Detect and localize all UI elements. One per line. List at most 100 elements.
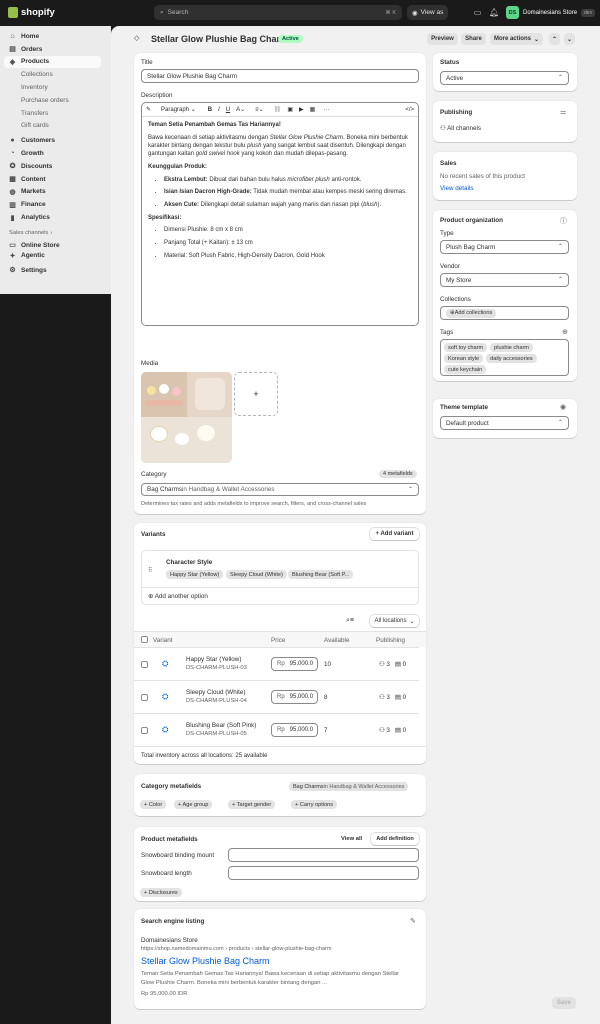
sidebar-item-home[interactable]: ⌂ Home xyxy=(0,30,111,43)
next-product-button[interactable]: ⌄ xyxy=(564,33,575,45)
sidebar-item-finance[interactable]: ▥ Finance xyxy=(0,198,111,211)
option-name[interactable]: Character Style xyxy=(166,559,212,566)
sidebar-item-markets[interactable]: ◍ Markets xyxy=(0,186,111,199)
tag-icon[interactable]: ◇ xyxy=(134,34,139,42)
category-select[interactable]: Bag Charms in Handbag & Wallet Accessori… xyxy=(141,483,419,496)
title-input[interactable]: Stellar Glow Plushie Bag Charm xyxy=(141,69,419,83)
sidebar-item-customers[interactable]: ● Customers xyxy=(0,134,111,147)
sidebar-item-inventory[interactable]: Inventory xyxy=(0,81,111,94)
bold-button[interactable]: B xyxy=(208,107,212,113)
view-details-link[interactable]: View details xyxy=(440,185,474,192)
add-tag-icon[interactable]: ⊕ xyxy=(562,328,568,336)
add-color-chip[interactable]: + Color xyxy=(140,800,167,809)
share-button[interactable]: Share xyxy=(461,33,486,45)
settings-sliders-icon[interactable]: ⚌ xyxy=(560,108,566,116)
available-value[interactable]: 10 xyxy=(324,661,331,668)
row-checkbox[interactable] xyxy=(141,727,148,734)
search-input[interactable]: ⌕ Search ⌘ K xyxy=(154,5,402,20)
code-icon[interactable]: </> xyxy=(405,107,414,113)
underline-button[interactable]: U xyxy=(226,107,230,113)
sidebar-item-agentic[interactable]: ✦ Agentic xyxy=(0,252,111,260)
add-media-button[interactable]: + xyxy=(234,372,278,416)
drag-handle-icon[interactable]: ⠿ xyxy=(148,567,152,574)
paragraph-select[interactable]: Paragraph ⌄ xyxy=(161,106,196,113)
price-input[interactable]: Rp 95,000.0 xyxy=(271,723,318,737)
tag-chip[interactable]: daily accessories xyxy=(486,354,537,363)
available-value[interactable]: 7 xyxy=(324,727,328,734)
tag-chip[interactable]: plushie charm xyxy=(490,343,533,352)
tag-chip[interactable]: soft toy charm xyxy=(444,343,488,352)
add-variant-button[interactable]: + Add variant xyxy=(370,528,419,540)
all-locations-select[interactable]: All locations ⌄ xyxy=(370,615,419,627)
table-row[interactable]: ⛭ Blushing Bear (Soft Pink) DS-CHARM-PLU… xyxy=(134,713,419,746)
italic-button[interactable]: I xyxy=(218,107,220,113)
previous-product-button[interactable]: ⌃ xyxy=(549,33,560,45)
all-channels[interactable]: ⚇ All channels xyxy=(440,125,481,132)
add-collections-chip[interactable]: ⊕ Add collections xyxy=(446,308,497,318)
select-all-checkbox[interactable] xyxy=(141,636,148,643)
sidebar-item-collections[interactable]: Collections xyxy=(0,68,111,81)
row-checkbox[interactable] xyxy=(141,694,148,701)
shopify-logo[interactable]: shopify xyxy=(8,7,55,18)
vendor-select[interactable]: My Store xyxy=(440,273,569,287)
add-definition-button[interactable]: Add definition xyxy=(371,833,419,845)
add-age-group-chip[interactable]: + Age group xyxy=(174,800,213,809)
tablet-icon[interactable]: ▭ xyxy=(473,8,482,17)
table-icon[interactable]: ▦ xyxy=(310,106,316,113)
collections-input[interactable]: ⊕ Add collections xyxy=(440,306,569,320)
sidebar-item-orders[interactable]: ▤ Orders xyxy=(0,43,111,56)
sidebar-item-transfers[interactable]: Transfers xyxy=(0,107,111,120)
table-row[interactable]: ⛭ Happy Star (Yellow) DS-CHARM-PLUSH-03 … xyxy=(134,647,419,680)
sidebar-item-content[interactable]: ▦ Content xyxy=(0,173,111,186)
sidebar-item-online-store[interactable]: ▭ Online Store xyxy=(0,239,111,252)
theme-select[interactable]: Default product xyxy=(440,416,569,430)
info-icon[interactable]: ⓘ xyxy=(560,216,567,226)
link-icon[interactable]: ⛓ xyxy=(274,106,282,113)
sidebar-item-gift-cards[interactable]: Gift cards xyxy=(0,120,111,133)
tag-chip[interactable]: Korean style xyxy=(444,354,484,363)
preview-button[interactable]: Preview xyxy=(427,33,458,45)
table-row[interactable]: ⛭ Sleepy Cloud (White) DS-CHARM-PLUSH-04… xyxy=(134,680,419,713)
video-icon[interactable]: ▶ xyxy=(299,106,304,113)
align-button[interactable]: ≡⌄ xyxy=(255,106,264,113)
view-all-link[interactable]: View all xyxy=(341,836,362,842)
more-actions-button[interactable]: More actions ⌄ xyxy=(490,33,543,45)
status-select[interactable]: Active xyxy=(440,71,569,85)
sidebar-item-discounts[interactable]: ✪ Discounts xyxy=(0,160,111,173)
sidebar-item-settings[interactable]: ⚙ Settings xyxy=(0,264,111,277)
bell-icon[interactable]: 🔔︎ xyxy=(489,8,499,17)
variant-image-icon[interactable]: ⛭ xyxy=(162,659,168,669)
view-as-button[interactable]: ◉ View as xyxy=(407,5,449,20)
search-filter-icon[interactable]: ⌕≡ xyxy=(346,617,354,625)
add-carry-options-chip[interactable]: + Carry options xyxy=(291,800,338,809)
sidebar-item-products[interactable]: ◈ Products xyxy=(4,55,101,69)
eye-icon[interactable]: ◉ xyxy=(560,403,566,411)
tags-input[interactable]: soft toy charm plushie charm Korean style… xyxy=(440,339,569,376)
save-button[interactable]: Save xyxy=(552,997,576,1009)
store-menu[interactable]: DS Domainesians Store dev xyxy=(506,6,596,19)
price-input[interactable]: Rp 95,000.0 xyxy=(271,657,318,671)
more-icon[interactable]: ··· xyxy=(323,107,329,113)
description-body[interactable]: Teman Setia Penambah Gemas Tas Hariannya… xyxy=(142,117,418,268)
available-value[interactable]: 8 xyxy=(324,694,328,701)
edit-pencil-icon[interactable]: ✎ xyxy=(410,917,416,925)
text-color-button[interactable]: A⌄ xyxy=(236,106,245,113)
variant-image-icon[interactable]: ⛭ xyxy=(162,692,168,702)
sales-channels-heading[interactable]: Sales channels › xyxy=(0,228,111,239)
seo-headline[interactable]: Stellar Glow Plushie Bag Charm xyxy=(141,956,270,966)
tag-chip[interactable]: cute keychain xyxy=(444,365,487,374)
row-checkbox[interactable] xyxy=(141,661,148,668)
disclosures-chip[interactable]: + Disclosures xyxy=(140,888,182,897)
snowboard-length-input[interactable] xyxy=(228,866,419,880)
ai-sparkle-icon[interactable]: ✎ xyxy=(146,106,151,113)
sidebar-item-growth[interactable]: ◔ Growth xyxy=(0,147,111,160)
product-image[interactable] xyxy=(141,372,232,463)
snowboard-binding-input[interactable] xyxy=(228,848,419,862)
add-target-gender-chip[interactable]: + Target gender xyxy=(228,800,276,809)
sidebar-item-analytics[interactable]: ▮ Analytics xyxy=(0,211,111,224)
variant-image-icon[interactable]: ⛭ xyxy=(162,725,168,735)
price-input[interactable]: Rp 95,000.0 xyxy=(271,690,318,704)
add-option-link[interactable]: ⊕ Add another option xyxy=(148,593,208,600)
sidebar-item-purchase-orders[interactable]: Purchase orders xyxy=(0,94,111,107)
image-icon[interactable]: ▣ xyxy=(287,106,293,113)
